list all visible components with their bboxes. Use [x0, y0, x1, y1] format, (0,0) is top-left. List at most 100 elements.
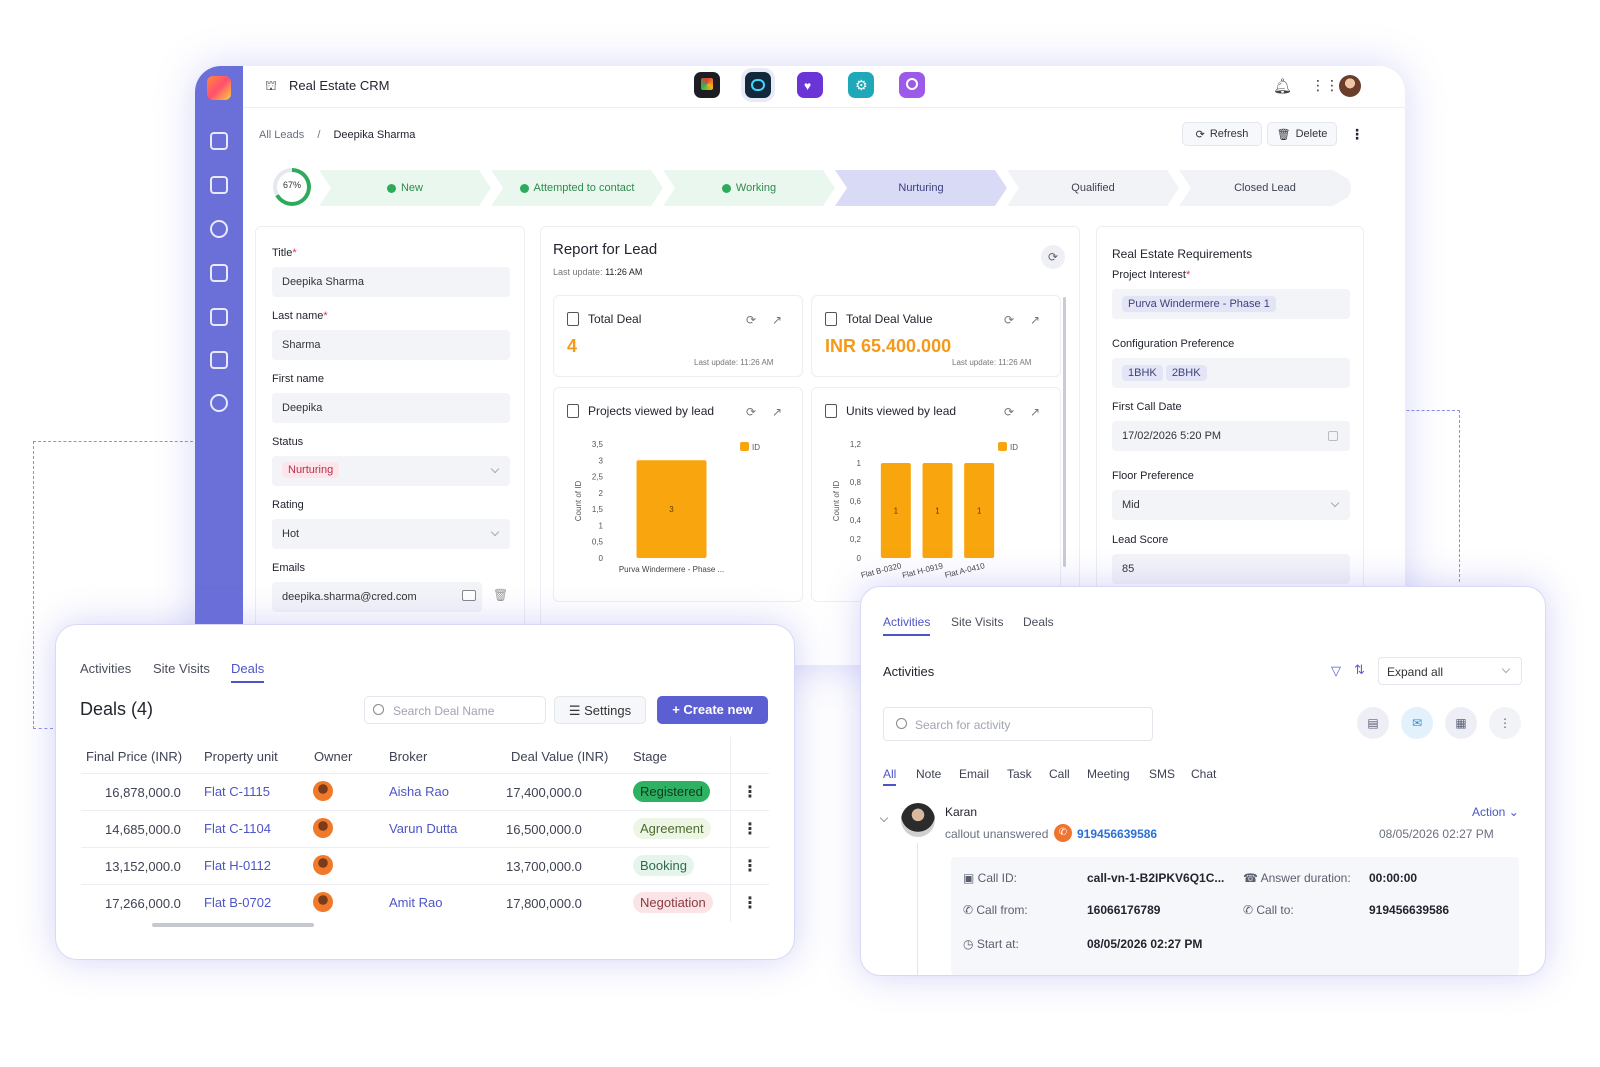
tab-deals[interactable]: Deals	[1023, 615, 1054, 629]
deal-search-input[interactable]: Search Deal Name	[364, 696, 546, 724]
mail-icon[interactable]	[462, 590, 476, 601]
tab-site-visits[interactable]: Site Visits	[951, 615, 1003, 629]
card-icon[interactable]	[210, 264, 228, 282]
dashboard-icon[interactable]	[210, 132, 228, 150]
app-switcher-tile-4[interactable]: ⚙	[848, 72, 874, 98]
more-options-icon[interactable]: ⋮	[1350, 126, 1364, 143]
title-field[interactable]: Deepika Sharma	[272, 267, 510, 297]
task-button[interactable]: ▦	[1445, 707, 1477, 739]
email-field[interactable]: deepika.sharma@cred.com	[272, 582, 482, 612]
settings-icon[interactable]	[210, 394, 228, 412]
horizontal-scrollbar[interactable]	[152, 923, 314, 927]
sort-icon[interactable]: ⇅	[1354, 662, 1365, 678]
tab-activities[interactable]: Activities	[80, 661, 131, 676]
broker-link[interactable]: Varun Dutta	[389, 821, 457, 836]
expand-all-select[interactable]: Expand all	[1378, 657, 1522, 685]
refresh-icon[interactable]: ⟳	[1004, 313, 1014, 327]
col-stage[interactable]: Stage	[633, 749, 667, 764]
app-switcher-tile-5[interactable]	[899, 72, 925, 98]
broker-link[interactable]: Amit Rao	[389, 895, 442, 910]
lead-score-field[interactable]: 85	[1112, 554, 1350, 584]
col-final-price[interactable]: Final Price (INR)	[86, 749, 182, 764]
refresh-icon[interactable]: ⟳	[746, 405, 756, 419]
calendar-icon[interactable]	[1328, 431, 1338, 441]
collapse-chevron-icon[interactable]	[879, 813, 889, 823]
app-logo[interactable]	[207, 76, 231, 100]
breadcrumb-root[interactable]: All Leads	[259, 129, 304, 141]
create-new-button[interactable]: + Create new	[657, 696, 768, 724]
expand-icon[interactable]: ↗	[1030, 405, 1040, 419]
contacts-icon[interactable]	[210, 176, 228, 194]
filter-icon[interactable]: ▽	[1331, 663, 1341, 679]
first-call-field[interactable]: 17/02/2026 5:20 PM	[1112, 421, 1350, 451]
stage-nurturing[interactable]: Nurturing	[835, 170, 1007, 206]
status-select[interactable]: Nurturing	[272, 456, 510, 486]
property-unit-link[interactable]: Flat H-0112	[204, 858, 271, 873]
property-unit-link[interactable]: Flat C-1115	[204, 784, 270, 799]
stage-attempted[interactable]: Attempted to contact	[491, 170, 663, 206]
delete-button[interactable]: 🗑︎ Delete	[1267, 122, 1337, 146]
stage-working[interactable]: Working	[663, 170, 835, 206]
app-switcher-tile-1[interactable]	[694, 72, 720, 98]
email-button[interactable]: ✉	[1401, 707, 1433, 739]
filter-meeting[interactable]: Meeting	[1087, 767, 1130, 781]
tools-icon[interactable]	[210, 351, 228, 369]
tab-activities[interactable]: Activities	[883, 615, 931, 636]
report-refresh-button[interactable]: ⟳	[1041, 245, 1065, 269]
col-owner[interactable]: Owner	[314, 749, 352, 764]
app-switcher-tile-3[interactable]: ♥	[797, 72, 823, 98]
report-scrollbar[interactable]	[1063, 297, 1066, 567]
row-menu-icon[interactable]: ⋮	[742, 782, 758, 802]
expand-icon[interactable]: ↗	[772, 405, 782, 419]
filter-email[interactable]: Email	[959, 767, 989, 781]
rating-select[interactable]: Hot	[272, 519, 510, 549]
broker-link[interactable]: Aisha Rao	[389, 784, 449, 799]
property-unit-link[interactable]: Flat C-1104	[204, 821, 271, 836]
refresh-icon[interactable]: ⟳	[746, 313, 756, 327]
project-interest-field[interactable]: Purva Windermere - Phase 1	[1112, 289, 1350, 319]
filter-chat[interactable]: Chat	[1191, 767, 1216, 781]
owner-avatar[interactable]	[313, 892, 333, 912]
grid-menu-icon[interactable]: ⋮⋮	[1311, 77, 1339, 94]
car-icon[interactable]	[210, 308, 228, 326]
owner-avatar[interactable]	[313, 855, 333, 875]
note-button[interactable]: ▤	[1357, 707, 1389, 739]
expand-icon[interactable]: ↗	[772, 313, 782, 327]
owner-avatar[interactable]	[313, 818, 333, 838]
filter-all[interactable]: All	[883, 767, 897, 786]
stage-closed-lead[interactable]: Closed Lead	[1179, 170, 1351, 206]
trash-icon[interactable]: 🗑︎	[493, 588, 508, 602]
first-name-field[interactable]: Deepika	[272, 393, 510, 423]
property-unit-link[interactable]: Flat B-0702	[204, 895, 271, 910]
activity-search-input[interactable]: Search for activity	[883, 707, 1153, 741]
tab-deals[interactable]: Deals	[231, 661, 265, 683]
row-menu-icon[interactable]: ⋮	[742, 893, 758, 913]
app-switcher-tile-2[interactable]	[745, 72, 771, 98]
stage-qualified[interactable]: Qualified	[1007, 170, 1179, 206]
filter-sms[interactable]: SMS	[1149, 767, 1175, 781]
last-name-field[interactable]: Sharma	[272, 330, 510, 360]
filter-task[interactable]: Task	[1007, 767, 1032, 781]
bell-icon[interactable]: 🔔︎	[1273, 77, 1292, 95]
floor-select[interactable]: Mid	[1112, 490, 1350, 520]
settings-button[interactable]: ☰ Settings	[554, 696, 646, 724]
activity-phone-link[interactable]: 919456639586	[1077, 827, 1157, 841]
owner-avatar[interactable]	[313, 781, 333, 801]
filter-call[interactable]: Call	[1049, 767, 1070, 781]
refresh-button[interactable]: ⟳ Refresh	[1182, 122, 1262, 146]
col-property-unit[interactable]: Property unit	[204, 749, 278, 764]
row-menu-icon[interactable]: ⋮	[742, 856, 758, 876]
stage-new[interactable]: New	[319, 170, 491, 206]
refresh-icon[interactable]: ⟳	[1004, 405, 1014, 419]
col-deal-value[interactable]: Deal Value (INR)	[511, 749, 608, 764]
user-icon[interactable]	[210, 220, 228, 238]
more-button[interactable]: ⋮	[1489, 707, 1521, 739]
config-field[interactable]: 1BHK 2BHK	[1112, 358, 1350, 388]
filter-note[interactable]: Note	[916, 767, 941, 781]
expand-icon[interactable]: ↗	[1030, 313, 1040, 327]
user-avatar[interactable]	[1339, 75, 1361, 97]
activity-action-menu[interactable]: Action ⌄	[1472, 805, 1519, 819]
col-broker[interactable]: Broker	[389, 749, 427, 764]
tab-site-visits[interactable]: Site Visits	[153, 661, 210, 676]
row-menu-icon[interactable]: ⋮	[742, 819, 758, 839]
